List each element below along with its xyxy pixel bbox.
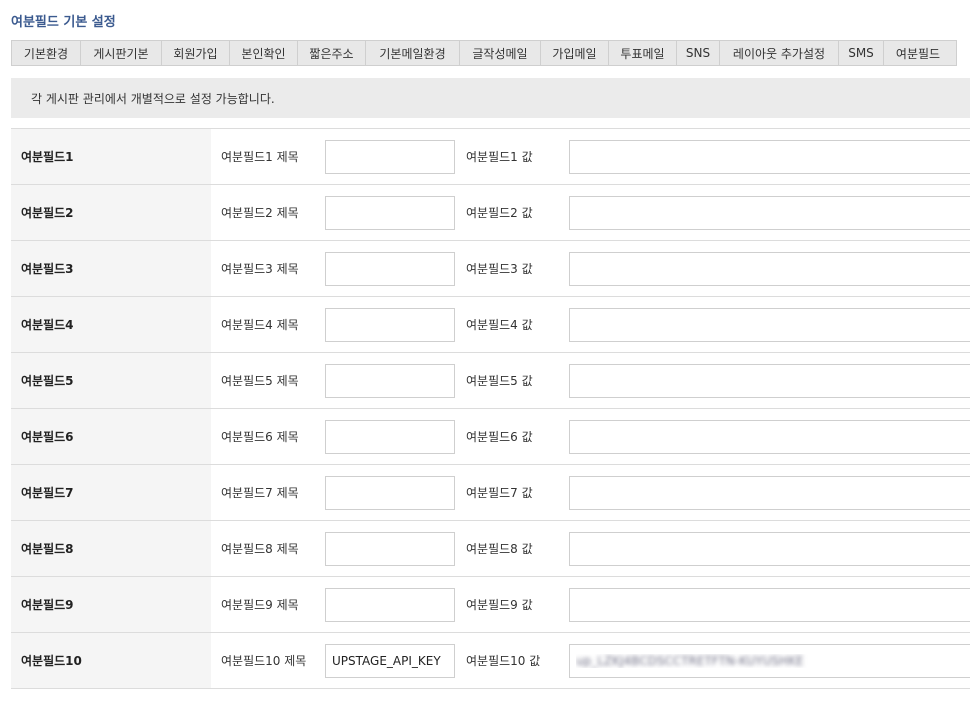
field-title-label: 여분필드2 제목 bbox=[221, 206, 299, 220]
field-value-input[interactable] bbox=[569, 420, 970, 454]
field-value-label: 여분필드3 값 bbox=[466, 262, 533, 276]
field-title-input[interactable] bbox=[325, 476, 455, 510]
field-value-input[interactable] bbox=[569, 532, 970, 566]
field-title-label: 여분필드7 제목 bbox=[221, 486, 299, 500]
row-header: 여분필드9 bbox=[11, 577, 211, 632]
extra-field-row-2: 여분필드2 여분필드2 제목 여분필드2 값 bbox=[11, 185, 970, 241]
field-title-input[interactable] bbox=[325, 140, 455, 174]
tab-layout-extra[interactable]: 레이아웃 추가설정 bbox=[720, 41, 839, 65]
extra-field-row-5: 여분필드5 여분필드5 제목 여분필드5 값 bbox=[11, 353, 970, 409]
field-title-label: 여분필드4 제목 bbox=[221, 318, 299, 332]
field-title-input[interactable] bbox=[325, 588, 455, 622]
field-title-label: 여분필드10 제목 bbox=[221, 654, 307, 668]
field-value-label: 여분필드10 값 bbox=[466, 654, 541, 668]
field-title-label: 여분필드3 제목 bbox=[221, 262, 299, 276]
row-header: 여분필드7 bbox=[11, 465, 211, 520]
tab-basic-mail-env[interactable]: 기본메일환경 bbox=[366, 41, 460, 65]
field-title-label: 여분필드1 제목 bbox=[221, 150, 299, 164]
notice-banner: 각 게시판 관리에서 개별적으로 설정 가능합니다. bbox=[11, 78, 970, 118]
tab-member-join[interactable]: 회원가입 bbox=[162, 41, 230, 65]
field-title-label: 여분필드9 제목 bbox=[221, 598, 299, 612]
extra-fields-settings-page: 여분필드 기본 설정 기본환경 게시판기본 회원가입 본인확인 짧은주소 기본메… bbox=[0, 0, 970, 701]
extra-field-row-10: 여분필드10 여분필드10 제목 여분필드10 값 bbox=[11, 633, 970, 689]
field-title-label: 여분필드6 제목 bbox=[221, 430, 299, 444]
section-title: 여분필드 기본 설정 bbox=[11, 15, 116, 30]
field-title-input[interactable] bbox=[325, 644, 455, 678]
field-title-label: 여분필드8 제목 bbox=[221, 542, 299, 556]
field-value-label: 여분필드1 값 bbox=[466, 150, 533, 164]
row-header: 여분필드1 bbox=[11, 129, 211, 184]
extra-field-row-7: 여분필드7 여분필드7 제목 여분필드7 값 bbox=[11, 465, 970, 521]
extra-field-row-3: 여분필드3 여분필드3 제목 여분필드3 값 bbox=[11, 241, 970, 297]
row-header: 여분필드3 bbox=[11, 241, 211, 296]
tab-sms[interactable]: SMS bbox=[839, 41, 884, 65]
field-value-input[interactable] bbox=[569, 252, 970, 286]
field-value-label: 여분필드5 값 bbox=[466, 374, 533, 388]
field-title-input[interactable] bbox=[325, 308, 455, 342]
extra-field-row-6: 여분필드6 여분필드6 제목 여분필드6 값 bbox=[11, 409, 970, 465]
field-value-label: 여분필드2 값 bbox=[466, 206, 533, 220]
field-value-input[interactable] bbox=[569, 196, 970, 230]
extra-field-row-1: 여분필드1 여분필드1 제목 여분필드1 값 bbox=[11, 129, 970, 185]
extra-fields-table: 여분필드1 여분필드1 제목 여분필드1 값 여분필드2 여분필드2 제목 여분… bbox=[11, 128, 970, 689]
row-header: 여분필드6 bbox=[11, 409, 211, 464]
tab-identity-verify[interactable]: 본인확인 bbox=[230, 41, 298, 65]
tab-sns[interactable]: SNS bbox=[677, 41, 720, 65]
row-header: 여분필드10 bbox=[11, 633, 211, 688]
tab-join-mail[interactable]: 가입메일 bbox=[541, 41, 609, 65]
field-value-input[interactable] bbox=[569, 364, 970, 398]
row-header: 여분필드8 bbox=[11, 521, 211, 576]
row-header: 여분필드5 bbox=[11, 353, 211, 408]
tab-short-url[interactable]: 짧은주소 bbox=[298, 41, 366, 65]
field-value-label: 여분필드4 값 bbox=[466, 318, 533, 332]
row-header: 여분필드4 bbox=[11, 297, 211, 352]
extra-field-row-8: 여분필드8 여분필드8 제목 여분필드8 값 bbox=[11, 521, 970, 577]
tab-post-mail[interactable]: 글작성메일 bbox=[460, 41, 541, 65]
field-value-label: 여분필드6 값 bbox=[466, 430, 533, 444]
tab-vote-mail[interactable]: 투표메일 bbox=[609, 41, 677, 65]
field-value-label: 여분필드9 값 bbox=[466, 598, 533, 612]
tab-board-basic[interactable]: 게시판기본 bbox=[81, 41, 162, 65]
field-title-input[interactable] bbox=[325, 532, 455, 566]
notice-text: 각 게시판 관리에서 개별적으로 설정 가능합니다. bbox=[31, 91, 275, 106]
field-title-input[interactable] bbox=[325, 420, 455, 454]
tab-extra-fields[interactable]: 여분필드 bbox=[884, 41, 952, 65]
tab-basic-env[interactable]: 기본환경 bbox=[12, 41, 81, 65]
extra-field-row-4: 여분필드4 여분필드4 제목 여분필드4 값 bbox=[11, 297, 970, 353]
settings-tab-bar: 기본환경 게시판기본 회원가입 본인확인 짧은주소 기본메일환경 글작성메일 가… bbox=[11, 40, 957, 66]
field-title-input[interactable] bbox=[325, 196, 455, 230]
field-title-input[interactable] bbox=[325, 364, 455, 398]
field-title-label: 여분필드5 제목 bbox=[221, 374, 299, 388]
field-value-label: 여분필드7 값 bbox=[466, 486, 533, 500]
field-value-input[interactable] bbox=[569, 476, 970, 510]
field-value-input[interactable] bbox=[569, 644, 970, 678]
field-value-input[interactable] bbox=[569, 308, 970, 342]
field-value-input[interactable] bbox=[569, 588, 970, 622]
row-header: 여분필드2 bbox=[11, 185, 211, 240]
field-title-input[interactable] bbox=[325, 252, 455, 286]
field-value-input[interactable] bbox=[569, 140, 970, 174]
extra-field-row-9: 여분필드9 여분필드9 제목 여분필드9 값 bbox=[11, 577, 970, 633]
field-value-label: 여분필드8 값 bbox=[466, 542, 533, 556]
